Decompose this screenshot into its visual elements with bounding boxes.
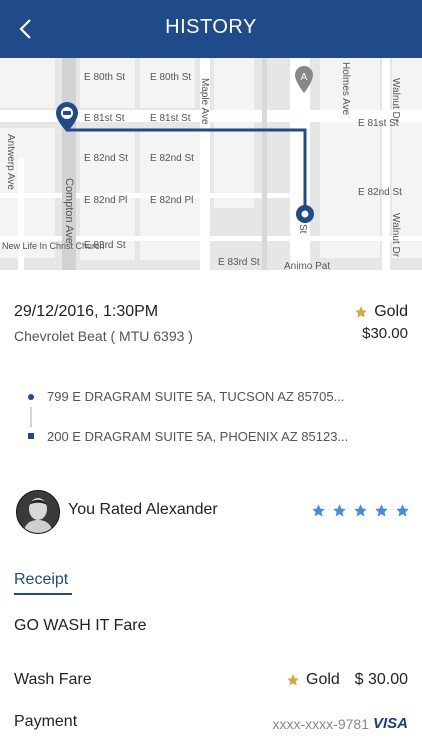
star-icon (396, 504, 409, 517)
fare-row: Wash Fare Gold $ 30.00 (0, 671, 422, 695)
trip-datetime: 29/12/2016, 1:30PM (14, 303, 159, 320)
pickup-address: 799 E DRAGRAM SUITE 5A, TUCSON AZ 85705.… (47, 389, 345, 404)
fare-tier-label: Gold (306, 671, 340, 688)
trip-price: $30.00 (362, 325, 408, 342)
card-number: xxxx-xxxx-9781 (272, 715, 369, 732)
route-connector-icon (28, 394, 34, 439)
map-label-e82plb: E 82nd Pl (150, 195, 193, 206)
dropoff-address: 200 E DRAGRAM SUITE 5A, PHOENIX AZ 85123… (47, 429, 349, 444)
map-label-holmes: Holmes Ave (340, 62, 351, 116)
route-addresses: 799 E DRAGRAM SUITE 5A, TUCSON AZ 85705.… (0, 385, 422, 455)
map-label-compton: Compton Ave (63, 178, 75, 244)
star-icon (333, 504, 346, 517)
map-label-st: St (297, 224, 308, 234)
map-label-walnut-b: Walnut Dr (390, 213, 401, 258)
map-label-e82b: E 82nd St (150, 153, 194, 164)
rating-stars (311, 503, 410, 518)
map-label-church: New Life In Christ Church (2, 241, 105, 251)
star-icon (375, 504, 388, 517)
map-label-e82c: E 82nd St (358, 187, 402, 198)
map-label-e82: E 82nd St (84, 153, 128, 164)
fare-label: Wash Fare (14, 671, 92, 688)
tier-label: Gold (374, 303, 408, 320)
payment-card: xxxx-xxxx-9781 VISA (273, 715, 408, 732)
app-header: HISTORY (0, 0, 422, 58)
map-label-e81: E 81st St (84, 113, 125, 124)
trip-car: Chevrolet Beat ( MTU 6393 ) (14, 328, 193, 344)
visa-logo-icon: VISA (372, 715, 408, 732)
marker-letter: A (301, 72, 308, 83)
fare-tier: Gold (286, 671, 340, 689)
star-icon (312, 504, 325, 517)
fare-title: GO WASH IT Fare (14, 617, 147, 634)
star-icon (287, 674, 299, 686)
star-icon (355, 306, 368, 318)
map-label-e80: E 80th St (84, 72, 125, 83)
destination-marker-icon (296, 205, 314, 223)
rating-row: You Rated Alexander (0, 490, 422, 535)
payment-row: Payment xxxx-xxxx-9781 VISA (0, 713, 422, 737)
map-label-animo: Animo Pat (284, 261, 330, 270)
rating-text: You Rated Alexander (68, 501, 218, 518)
driver-avatar (16, 490, 60, 534)
map-canvas: E 80th St E 80th St E 81st St E 81st St … (0, 58, 422, 270)
trip-tier: Gold (354, 303, 408, 321)
map-label-e82pl: E 82nd Pl (84, 195, 127, 206)
route-map[interactable]: E 80th St E 80th St E 81st St E 81st St … (0, 58, 422, 270)
fare-amount: $ 30.00 (354, 671, 408, 688)
map-label-e80b: E 80th St (150, 72, 191, 83)
map-label-antwerp: Antwerp Ave (5, 134, 16, 190)
tab-receipt[interactable]: Receipt (14, 571, 68, 589)
star-icon (354, 504, 367, 517)
map-label-maple: Maple Ave (199, 78, 210, 125)
map-label-e83b: E 83rd St (218, 257, 260, 268)
map-label-walnut: Walnut Dr (390, 78, 401, 123)
payment-label: Payment (14, 713, 78, 730)
tab-underline (14, 593, 72, 595)
map-label-e81b: E 81st St (150, 113, 191, 124)
page-title: HISTORY (165, 16, 257, 38)
